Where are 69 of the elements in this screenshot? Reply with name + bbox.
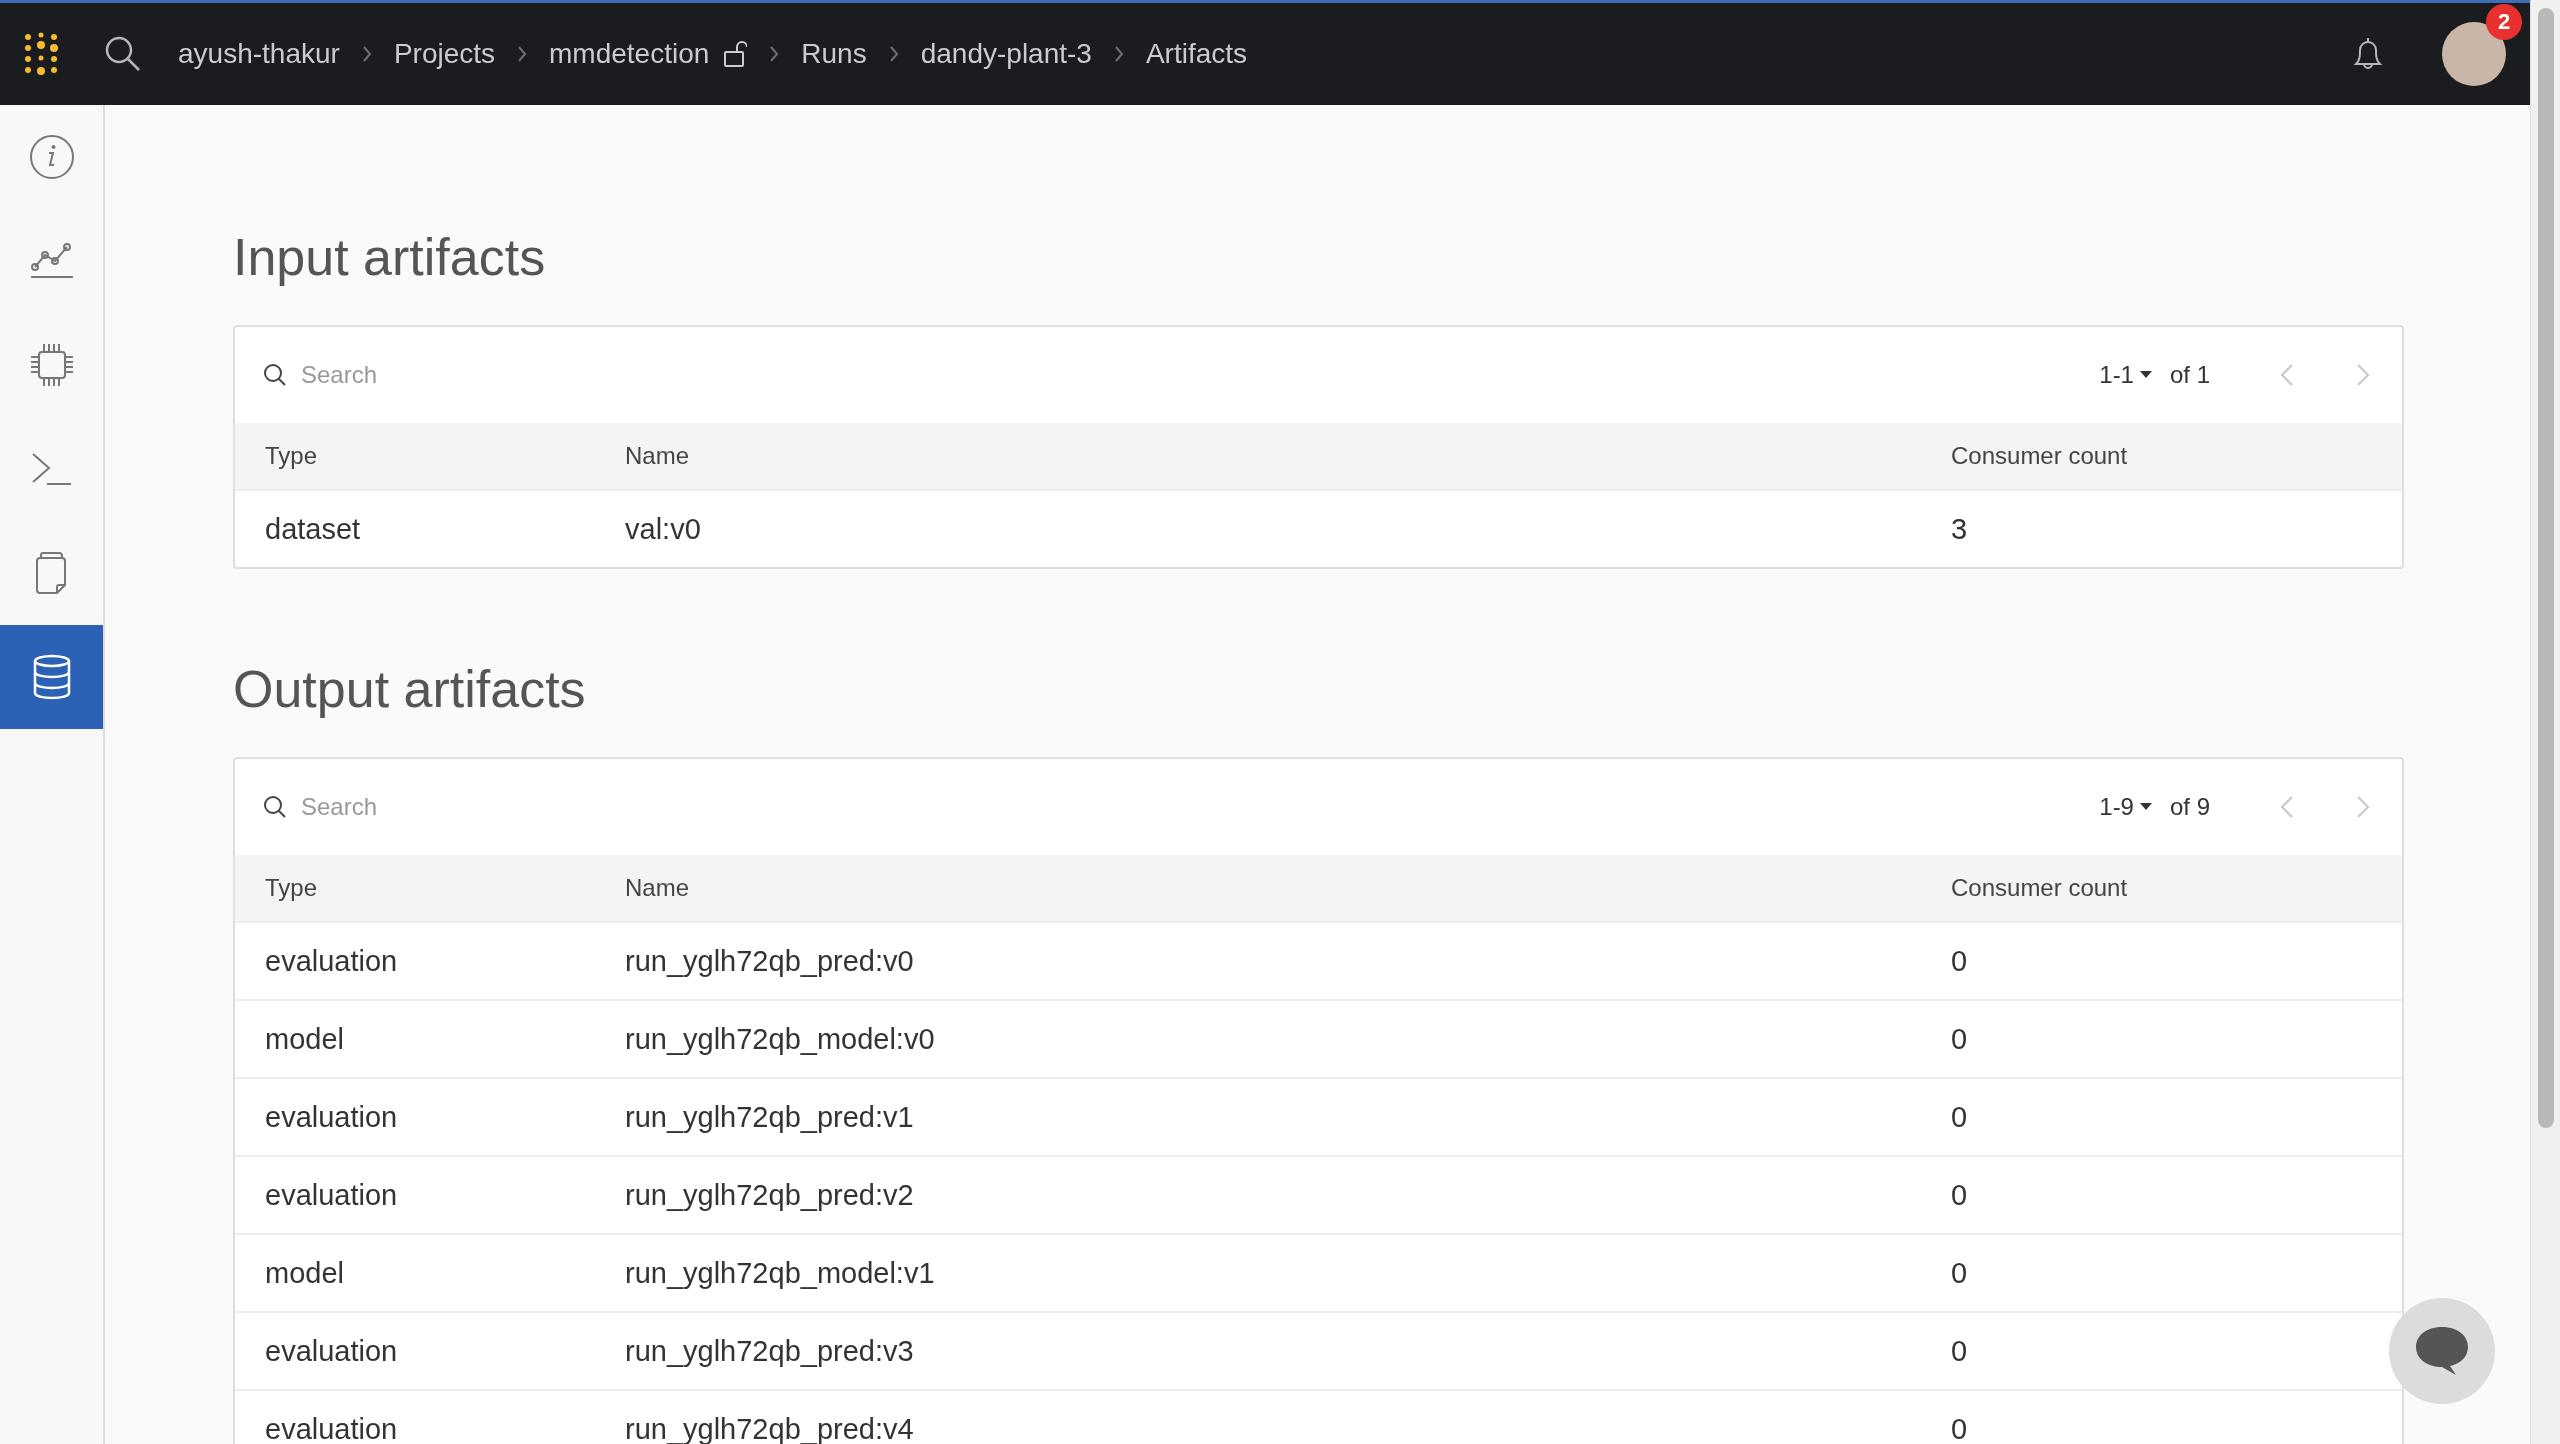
dots-logo-icon — [24, 31, 58, 77]
column-header: Type — [265, 442, 319, 470]
search-field[interactable]: Search — [299, 360, 703, 390]
table-cell-text: 0 — [1951, 1100, 1969, 1134]
breadcrumb-link[interactable]: dandy-plant-3 — [920, 38, 1092, 70]
terminal-icon — [30, 452, 73, 486]
search-icon[interactable] — [104, 35, 142, 73]
chevron-right-icon — [2356, 795, 2370, 819]
breadcrumb-link[interactable]: Artifacts — [1145, 38, 1248, 70]
table-cell-text: model — [265, 1022, 345, 1056]
table-cell-text: 0 — [1951, 1256, 1969, 1290]
unlocked-lock-icon — [723, 40, 748, 68]
caret-icon — [2139, 803, 2152, 811]
chevron-left-icon — [2280, 795, 2294, 819]
page-range-dropdown[interactable]: 1-1 — [2099, 361, 2152, 389]
table-cell-text: 0 — [1951, 1022, 1969, 1056]
chevron-right-icon — [361, 45, 372, 63]
line-chart-icon — [30, 243, 73, 279]
table-cell-text: run_yglh72qb_pred:v3 — [625, 1334, 915, 1368]
column-header: Consumer count — [1951, 874, 2129, 902]
caret-icon — [2139, 371, 2152, 379]
page-range-dropdown[interactable]: 1-9 — [2099, 793, 2152, 821]
column-header: Consumer count — [1951, 442, 2129, 470]
table-cell-text: val:v0 — [625, 512, 702, 546]
notification-badge: 2 — [2486, 4, 2522, 40]
table-cell-text: evaluation — [265, 944, 399, 978]
breadcrumb-link[interactable]: mmdetection — [549, 38, 748, 70]
chevron-right-icon — [517, 45, 528, 63]
table-cell-text: run_yglh72qb_pred:v0 — [625, 944, 915, 978]
scrollbar[interactable] — [2530, 0, 2560, 1444]
page-total: of 1 — [2169, 361, 2210, 389]
page-total: of 9 — [2169, 793, 2210, 821]
table-cell-text: 3 — [1951, 512, 1969, 546]
table-cell-text: 0 — [1951, 944, 1969, 978]
breadcrumb-link[interactable]: Projects — [393, 38, 496, 70]
search-icon — [263, 363, 287, 387]
table-cell-text: model — [265, 1256, 345, 1290]
chevron-right-icon — [2356, 363, 2370, 387]
column-header: Type — [265, 874, 319, 902]
table-cell-text: evaluation — [265, 1334, 399, 1368]
database-icon — [31, 654, 72, 700]
section-heading: Input artifacts — [233, 227, 547, 288]
chevron-right-icon — [1113, 45, 1124, 63]
table-cell-text: run_yglh72qb_pred:v4 — [625, 1412, 915, 1444]
section-heading: Output artifacts — [233, 659, 587, 720]
table-cell-text: evaluation — [265, 1178, 399, 1212]
table-cell-text: run_yglh72qb_model:v0 — [625, 1022, 936, 1056]
column-header: Name — [625, 442, 691, 470]
table-cell-text: run_yglh72qb_pred:v1 — [625, 1100, 915, 1134]
search-icon — [263, 795, 287, 819]
breadcrumb-link[interactable]: Runs — [801, 38, 867, 70]
table-cell-text: 0 — [1951, 1334, 1969, 1368]
chevron-right-icon — [769, 45, 780, 63]
table-cell-text: 0 — [1951, 1412, 1969, 1444]
table-cell-text: evaluation — [265, 1412, 399, 1444]
breadcrumb-link[interactable]: ayush-thakur — [178, 38, 340, 70]
chevron-left-icon — [2280, 363, 2294, 387]
sidebar-item[interactable] — [0, 625, 103, 729]
search-field[interactable]: Search — [299, 792, 703, 822]
chip-icon — [28, 342, 75, 388]
chevron-right-icon — [888, 45, 899, 63]
table-cell-text: run_yglh72qb_pred:v2 — [625, 1178, 915, 1212]
column-header: Name — [625, 874, 691, 902]
table-cell-text: run_yglh72qb_model:v1 — [625, 1256, 936, 1290]
table-cell-text: 0 — [1951, 1178, 1969, 1212]
table-cell-text: evaluation — [265, 1100, 399, 1134]
table-cell-text: dataset — [265, 512, 362, 546]
scrollbar-thumb[interactable] — [2537, 8, 2554, 1128]
info-icon — [28, 134, 75, 180]
